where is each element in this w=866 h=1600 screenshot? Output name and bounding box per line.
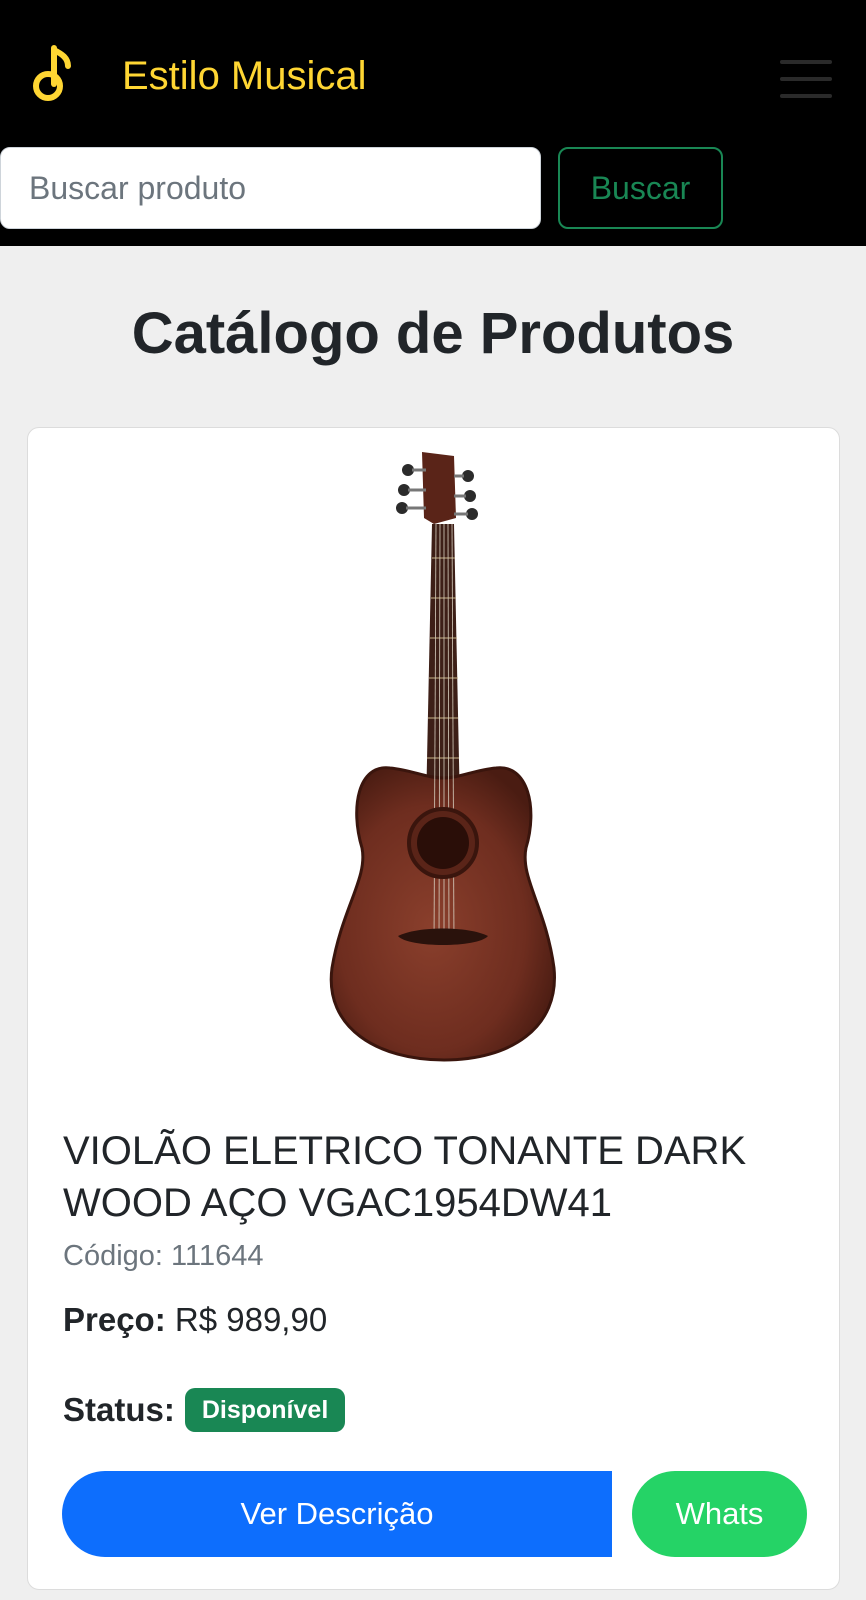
whatsapp-button[interactable]: Whats	[632, 1471, 807, 1557]
hamburger-menu-icon[interactable]	[780, 58, 832, 100]
brand-name[interactable]: Estilo Musical	[122, 50, 367, 102]
product-price: Preço: R$ 989,90	[63, 1300, 327, 1340]
price-value: R$ 989,90	[174, 1301, 328, 1338]
acoustic-guitar-image	[329, 452, 556, 1062]
search-button[interactable]: Buscar	[558, 147, 723, 229]
product-code-value: 111644	[171, 1240, 264, 1272]
view-description-button[interactable]: Ver Descrição	[62, 1471, 612, 1557]
page-title: Catálogo de Produtos	[131, 301, 735, 366]
product-name: VIOLÃO ELETRICO TONANTE DARK WOOD AÇO VG…	[63, 1129, 747, 1225]
product-code: Código: 111644	[63, 1238, 264, 1274]
product-status: Status: Disponível	[63, 1388, 346, 1432]
status-badge: Disponível	[184, 1388, 346, 1432]
product-card: VIOLÃO ELETRICO TONANTE DARK WOOD AÇO VG…	[27, 427, 840, 1590]
search-input[interactable]	[0, 147, 541, 229]
status-label: Status:	[63, 1391, 175, 1428]
product-code-label: Código:	[63, 1240, 163, 1272]
top-navbar: Estilo Musical Buscar	[0, 0, 866, 246]
music-note-icon[interactable]	[32, 44, 76, 104]
price-label: Preço:	[63, 1301, 166, 1338]
